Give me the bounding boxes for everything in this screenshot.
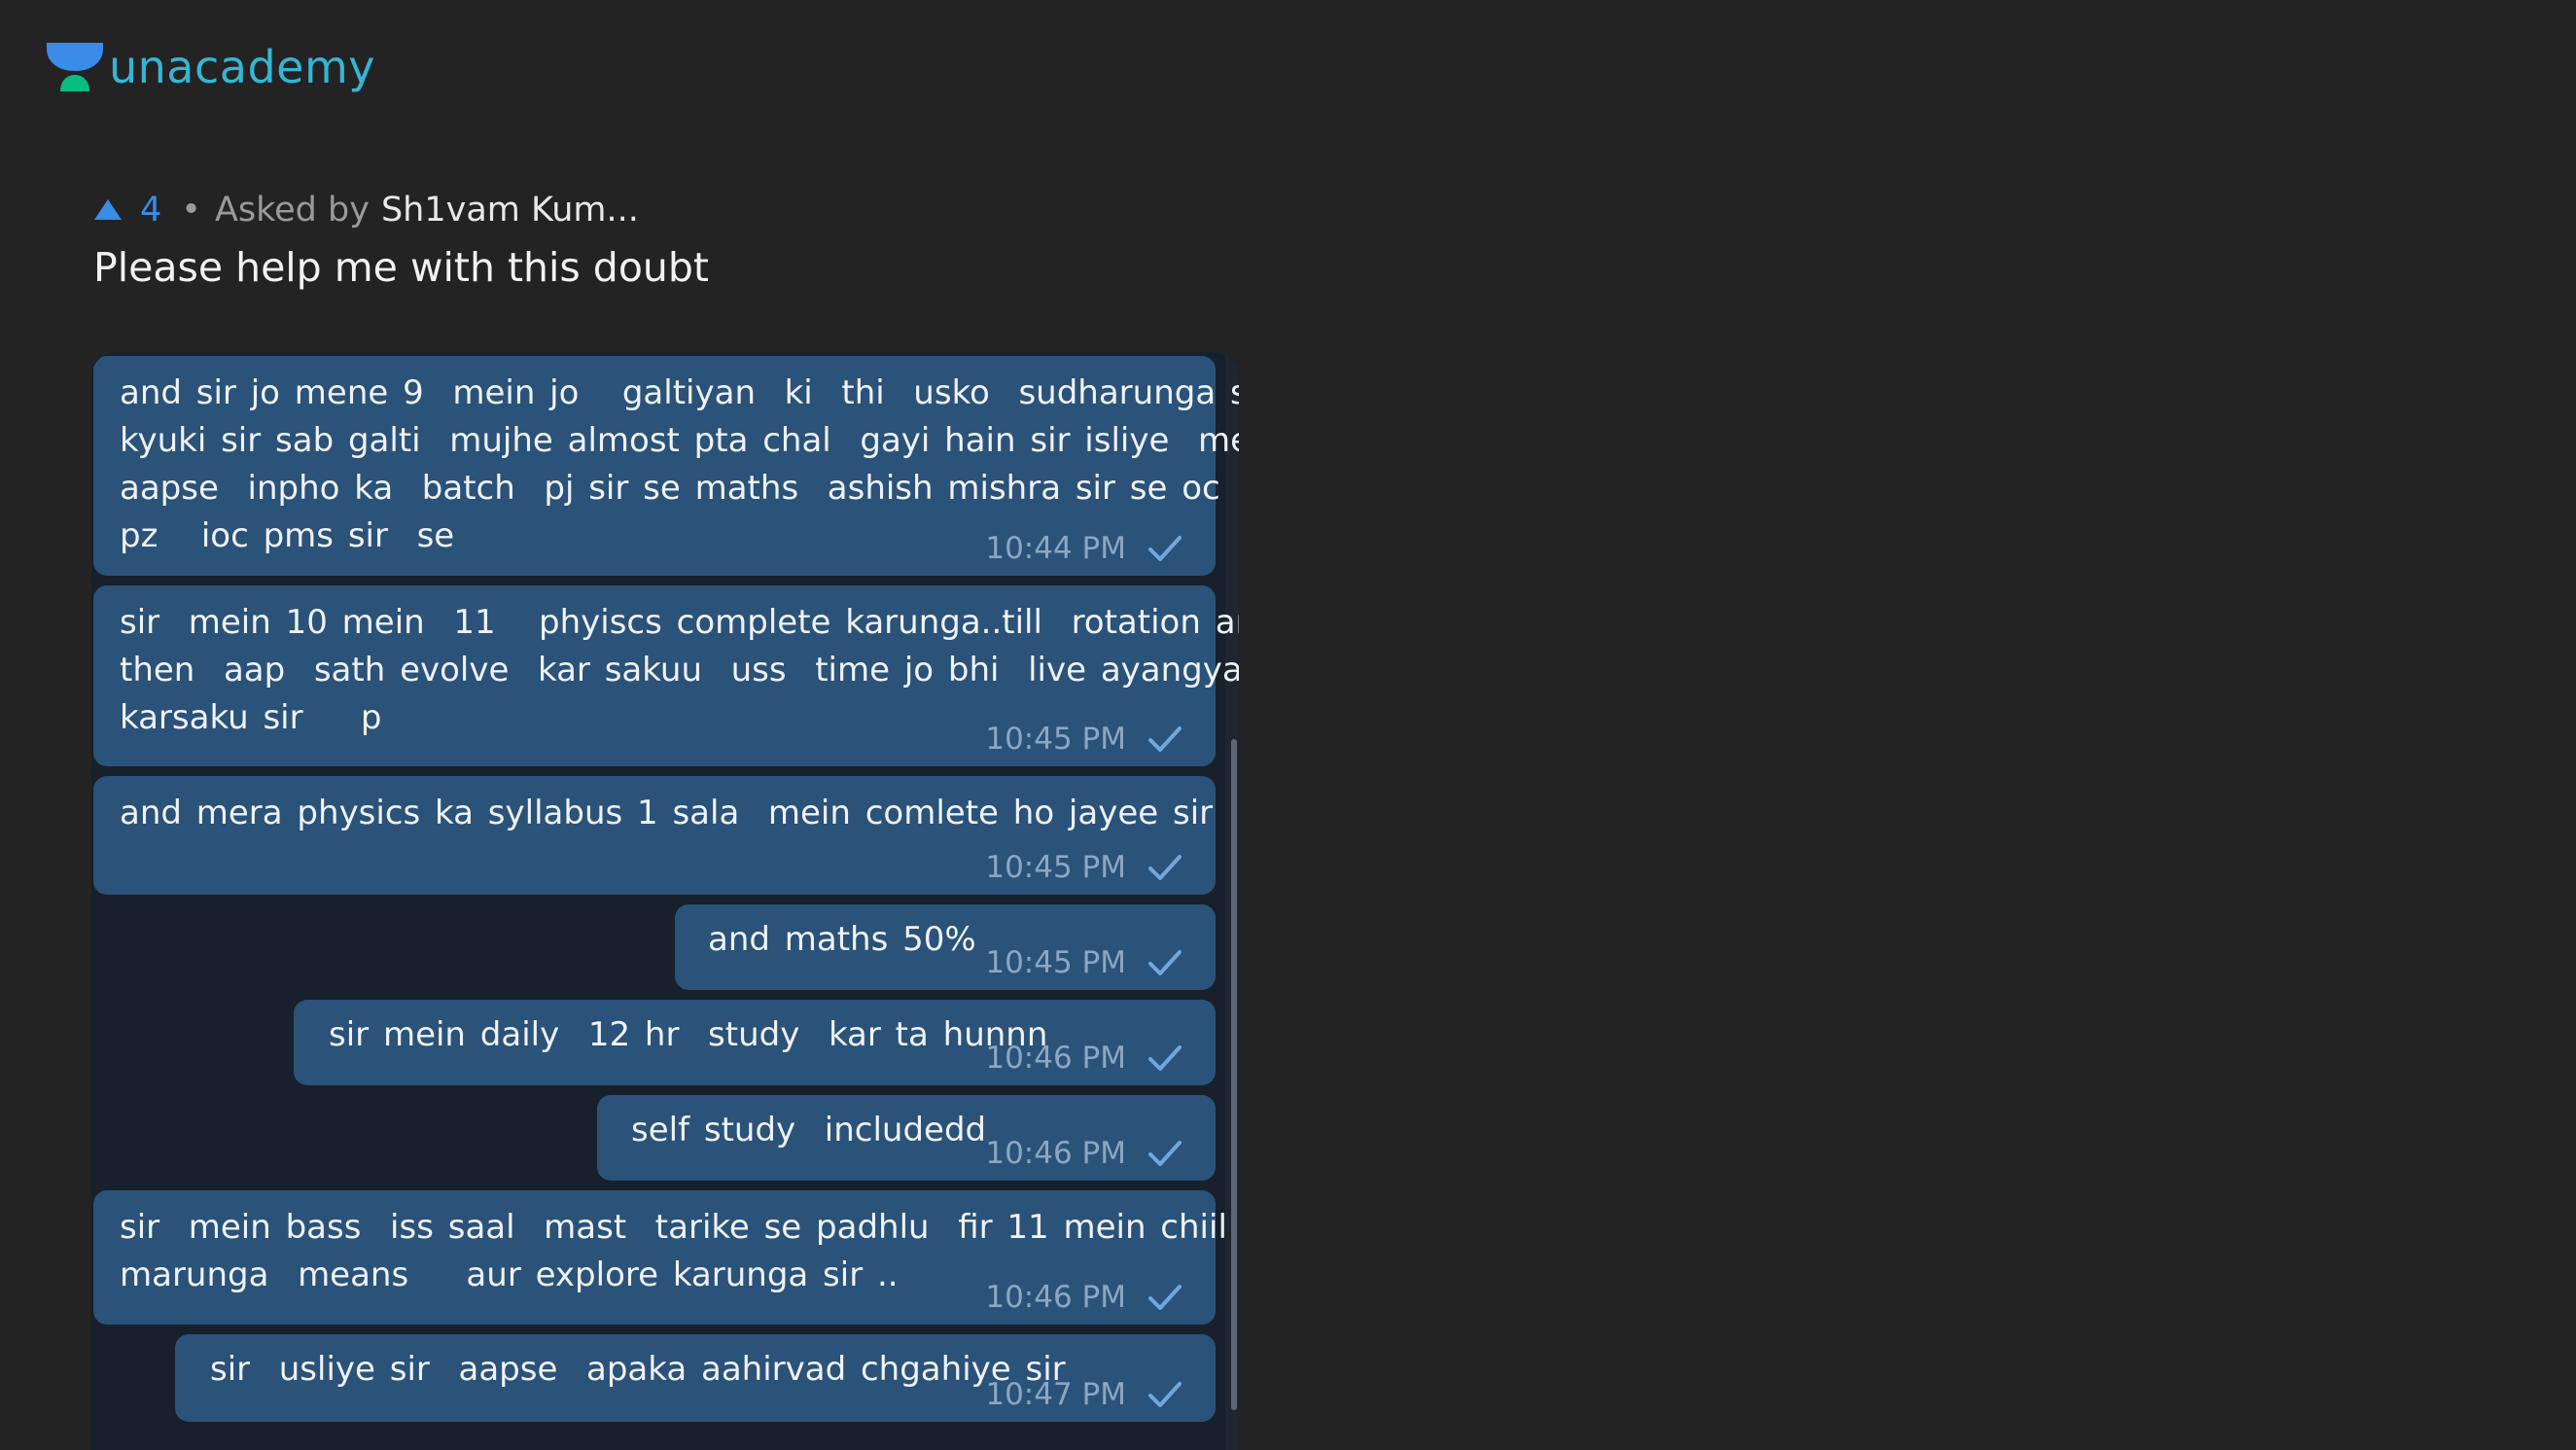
read-check-icon [1148,536,1182,561]
message-text: and mera physics ka syllabus 1 sala mein… [120,794,1214,832]
question-title: Please help me with this doubt [93,244,709,291]
read-check-icon [1148,1045,1182,1071]
read-check-icon [1148,1141,1182,1166]
upvote-count: 4 [140,191,162,230]
separator-dot: • [181,191,201,230]
asked-by-label: Asked by [214,191,370,230]
message-meta: 10:46 PM [985,1136,1182,1171]
message-bubble: sir mein 10 mein 11 phyiscs complete kar… [93,585,1239,766]
message-meta: 10:45 PM [985,722,1182,757]
message-meta: 10:45 PM [985,945,1182,980]
message-bubble: self study includedd 10:46 PM [597,1095,1216,1181]
message-bubble: and maths 50% 10:45 PM [675,904,1216,990]
message-meta: 10:47 PM [985,1377,1182,1412]
chat-screenshot: and sir jo mene 9 mein jo galtiyan ki th… [91,352,1239,1450]
author-name[interactable]: Sh1vam Kum... [381,191,639,230]
message-time: 10:45 PM [985,850,1126,885]
read-check-icon [1148,950,1182,975]
message-meta: 10:46 PM [985,1280,1182,1315]
message-bubble: and mera physics ka syllabus 1 sala mein… [93,776,1216,895]
chat-scrollbar-thumb [1231,739,1237,1410]
message-time: 10:46 PM [985,1041,1126,1076]
message-time: 10:45 PM [985,722,1126,757]
message-bubble: sir usliye sir aapse apaka aahirvad chga… [175,1334,1216,1422]
message-bubble: sir mein bass iss saal mast tarike se pa… [93,1190,1227,1325]
read-check-icon [1148,1382,1182,1407]
message-bubble: and sir jo mene 9 mein jo galtiyan ki th… [93,356,1239,576]
page: unacademy 4 • Asked by Sh1vam Kum... Ple… [0,0,2576,1450]
message-time: 10:46 PM [985,1280,1126,1315]
read-check-icon [1148,1285,1182,1310]
read-check-icon [1148,855,1182,880]
message-meta: 10:44 PM [985,531,1182,566]
message-text: self study includedd [631,1111,987,1149]
message-text: and maths 50% [708,920,976,959]
message-text: sir mein 10 mein 11 phyiscs complete kar… [120,603,1239,737]
message-text: sir mein daily 12 hr study kar ta hunnn [329,1015,1048,1054]
message-bubble: sir mein daily 12 hr study kar ta hunnn … [294,1000,1216,1085]
message-time: 10:46 PM [985,1136,1126,1171]
message-time: 10:47 PM [985,1377,1126,1412]
question-meta: 4 • Asked by Sh1vam Kum... [93,187,639,233]
message-meta: 10:46 PM [985,1041,1182,1076]
logo-text: unacademy [109,41,376,93]
upvote-icon[interactable] [93,198,123,222]
message-meta: 10:45 PM [985,850,1182,885]
message-time: 10:44 PM [985,531,1126,566]
unacademy-logo[interactable]: unacademy [47,43,375,91]
unacademy-logo-icon [47,43,103,91]
message-time: 10:45 PM [985,945,1126,980]
read-check-icon [1148,726,1182,752]
message-text: sir usliye sir aapse apaka aahirvad chga… [210,1350,1066,1389]
